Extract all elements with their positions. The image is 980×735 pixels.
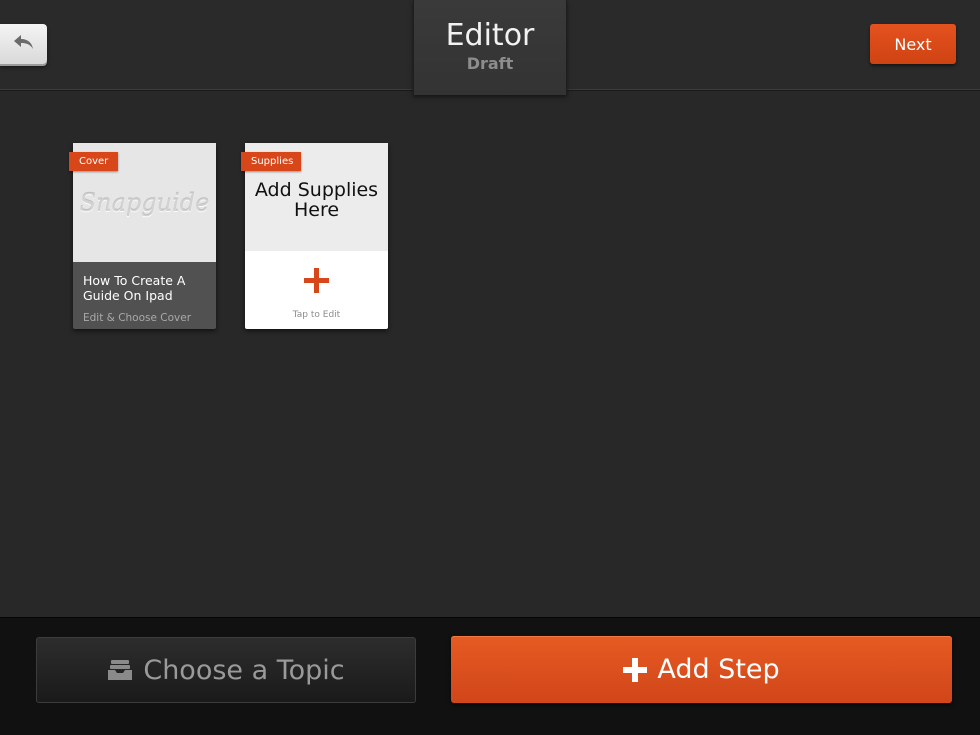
draft-status: Draft <box>466 54 514 73</box>
inbox-tray-icon <box>107 659 133 681</box>
supplies-heading: Add Supplies Here <box>254 179 379 221</box>
editor-title-tab: Editor Draft <box>413 0 567 95</box>
supplies-card[interactable]: Add Supplies Here Supplies Tap to Edit <box>241 143 388 329</box>
undo-arrow-icon <box>12 33 36 55</box>
plus-icon[interactable] <box>304 268 329 293</box>
cover-ribbon: Cover <box>69 152 118 171</box>
choose-topic-button[interactable]: Choose a Topic <box>36 637 416 703</box>
cover-subtitle: Edit & Choose Cover <box>83 312 192 324</box>
back-button[interactable] <box>0 24 47 64</box>
top-bar: Editor Draft Next <box>0 0 980 95</box>
add-step-label: Add Step <box>657 654 780 685</box>
add-step-button[interactable]: Add Step <box>451 636 952 703</box>
plus-icon <box>623 657 648 682</box>
supplies-ribbon: Supplies <box>241 152 301 171</box>
cover-card[interactable]: Snapguide Cover How To Create A Guide On… <box>69 143 216 329</box>
guide-title: How To Create A Guide On Ipad <box>83 273 186 303</box>
bottom-toolbar: Choose a Topic Add Step <box>0 617 980 735</box>
next-button[interactable]: Next <box>870 24 956 64</box>
page-title: Editor <box>445 18 535 53</box>
tap-to-edit-hint: Tap to Edit <box>292 310 341 320</box>
snapguide-logo: Snapguide <box>79 189 210 217</box>
choose-topic-label: Choose a Topic <box>143 654 345 686</box>
